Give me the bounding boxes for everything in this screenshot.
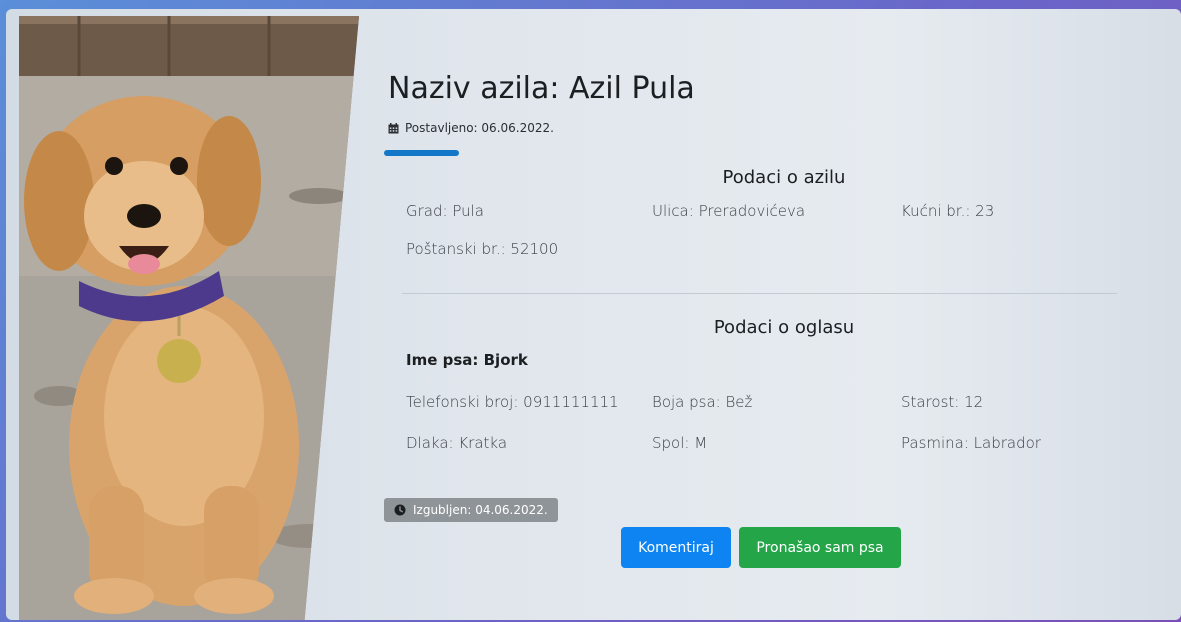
ad-section-heading: Podaci o oglasu — [713, 317, 855, 338]
dog-ad-card: Naziv azila: Azil Pula Postavljeno: 06.0… — [6, 9, 1181, 620]
clock-icon — [394, 504, 406, 516]
shelter-street: Ulica: Preradovićeva — [652, 202, 806, 220]
ad-content: Naziv azila: Azil Pula Postavljeno: 06.0… — [384, 9, 1181, 620]
shelter-postal-code: Poštanski br.: 52100 — [406, 240, 559, 258]
dog-color: Boja psa: Bež — [652, 393, 753, 411]
calendar-icon — [388, 122, 399, 133]
dog-name: Ime psa: Bjork — [406, 351, 528, 369]
dog-photo — [19, 16, 359, 620]
dog-phone: Telefonski broj: 0911111111 — [406, 393, 619, 411]
comment-button[interactable]: Komentiraj — [621, 527, 731, 568]
accent-bar — [384, 150, 459, 156]
dog-sex: Spol: M — [652, 434, 708, 452]
dog-age: Starost: 12 — [901, 393, 984, 411]
dog-breed: Pasmina: Labrador — [901, 434, 1041, 452]
section-divider — [402, 293, 1117, 294]
found-dog-button[interactable]: Pronašao sam psa — [739, 527, 901, 568]
page-title: Naziv azila: Azil Pula — [388, 71, 695, 106]
posted-date: Postavljeno: 06.06.2022. — [388, 121, 554, 135]
posted-date-text: Postavljeno: 06.06.2022. — [405, 121, 554, 135]
lost-date-text: Izgubljen: 04.06.2022. — [413, 503, 548, 517]
lost-date-badge: Izgubljen: 04.06.2022. — [384, 498, 558, 522]
shelter-city: Grad: Pula — [406, 202, 484, 220]
shelter-house-number: Kućni br.: 23 — [901, 202, 995, 220]
shelter-section-heading: Podaci o azilu — [722, 167, 846, 188]
dog-fur: Dlaka: Kratka — [406, 434, 508, 452]
